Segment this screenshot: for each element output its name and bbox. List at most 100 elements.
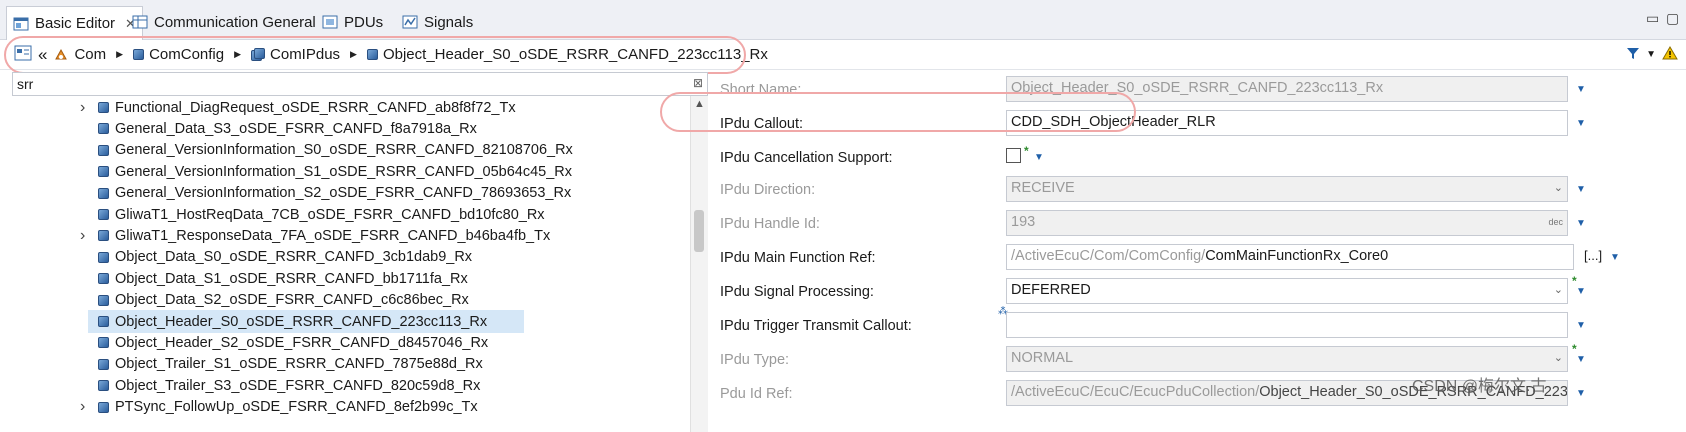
main-function-ref-field[interactable]: /ActiveEcuC/Com/ComConfig/ComMainFunctio…	[1006, 244, 1574, 270]
ipdu-direction-select[interactable]: RECEIVE ⌄	[1006, 176, 1568, 202]
tree-item-label: Object_Data_S0_oSDE_RSRR_CANFD_3cb1dab9_…	[115, 249, 473, 266]
chevron-down-icon[interactable]: ▼	[1576, 118, 1586, 129]
tree-item-label: General_VersionInformation_S1_oSDE_RSRR_…	[115, 163, 572, 180]
short-name-field[interactable]: Object_Header_S0_oSDE_RSRR_CANFD_223cc11…	[1006, 76, 1568, 102]
ipdu-icon	[98, 209, 109, 220]
tab-label: Communication General	[154, 13, 316, 31]
tree-item-label: General_VersionInformation_S0_oSDE_RSRR_…	[115, 142, 573, 159]
tab-communication-general[interactable]: Communication General	[126, 8, 322, 36]
ipdu-icon	[98, 230, 109, 242]
breadcrumb-item-comconfig[interactable]: ComConfig	[133, 46, 224, 63]
tab-basic-editor[interactable]: Basic Editor ✕	[6, 6, 143, 40]
prop-ipdu-direction: IPdu Direction: RECEIVE ⌄ ▼	[712, 172, 1686, 208]
ipdu-tree: › Functional_DiagRequest_oSDE_RSRR_CANFD_…	[8, 96, 688, 432]
tree-item[interactable]: General_VersionInformation_S2_oSDE_FSRR_…	[8, 182, 688, 205]
signal-processing-select[interactable]: DEFERRED ⌄	[1006, 278, 1568, 304]
chevron-down-icon[interactable]: ▼	[1646, 49, 1656, 60]
filter-icon[interactable]	[1626, 46, 1640, 63]
trigger-transmit-callout-field[interactable]	[1006, 312, 1568, 338]
tree-item[interactable]: › Functional_DiagRequest_oSDE_RSRR_CANFD_…	[8, 96, 688, 119]
chevron-down-icon[interactable]: ▼	[1576, 388, 1586, 399]
ipdu-icon	[98, 251, 109, 263]
scroll-up-icon[interactable]: ▲	[694, 98, 705, 110]
search-input[interactable]: srr ⊠	[12, 72, 708, 96]
tab-pdus[interactable]: PDUs	[316, 8, 389, 36]
chevron-down-icon[interactable]: ▼	[1576, 320, 1586, 331]
chevron-right-icon: ▶	[234, 49, 242, 59]
prop-main-function-ref: IPdu Main Function Ref: /ActiveEcuC/Com/…	[712, 240, 1686, 276]
table-icon	[132, 14, 148, 30]
tree-item-label: PTSync_FollowUp_oSDE_FSRR_CANFD_8ef2b99c…	[115, 399, 478, 416]
clear-search-icon[interactable]: ⊠	[693, 76, 703, 90]
expand-chevron-icon[interactable]: ›	[80, 227, 85, 245]
tab-signals[interactable]: Signals	[396, 8, 479, 36]
prop-short-name: Short Name: Object_Header_S0_oSDE_RSRR_C…	[712, 72, 1686, 108]
expand-chevron-icon[interactable]: ›	[80, 99, 85, 117]
tab-label: Basic Editor	[35, 15, 116, 32]
ipdu-icon	[98, 401, 109, 413]
tree-item[interactable]: Object_Trailer_S1_oSDE_RSRR_CANFD_7875e8…	[8, 353, 688, 376]
ipdu-handle-id-label: IPdu Handle Id:	[720, 216, 820, 232]
ipdu-icon	[98, 337, 109, 349]
chevron-down-icon[interactable]: ▼	[1576, 84, 1586, 95]
tree-item-label: General_Data_S3_oSDE_FSRR_CANFD_f8a7918a…	[115, 120, 477, 137]
ipdu-icon	[98, 316, 109, 327]
breadcrumb-item-comipdus[interactable]: ComIPdus	[251, 46, 340, 63]
tree-item[interactable]: GliwaT1_HostReqData_7CB_oSDE_FSRR_CANFD_…	[8, 203, 688, 226]
tree-item-label: General_VersionInformation_S2_oSDE_FSRR_…	[115, 185, 572, 202]
editor-icon	[13, 16, 29, 32]
tree-item[interactable]: Object_Data_S1_oSDE_RSRR_CANFD_bb1711fa_…	[8, 267, 688, 290]
trigger-transmit-callout-label: IPdu Trigger Transmit Callout:	[720, 318, 912, 334]
editor-view-icon[interactable]	[14, 45, 32, 65]
tab-label: Signals	[424, 13, 474, 31]
modified-star-icon: *	[1024, 144, 1029, 158]
chevron-down-icon[interactable]: ▼	[1576, 218, 1586, 229]
signal-icon	[402, 14, 418, 30]
minimize-icon[interactable]: ▭	[1646, 10, 1659, 27]
maximize-icon[interactable]: ▢	[1666, 10, 1679, 27]
cancellation-support-checkbox[interactable]	[1006, 148, 1021, 163]
tree-item[interactable]: › GliwaT1_ResponseData_7FA_oSDE_FSRR_CANF…	[8, 224, 688, 247]
tree-scrollbar[interactable]	[690, 96, 708, 432]
prop-cancellation-support: IPdu Cancellation Support: * ▼	[712, 140, 1686, 176]
ipdu-callout-field[interactable]: CDD_SDH_ObjectHeader_RLR	[1006, 110, 1568, 136]
tree-item[interactable]: Object_Header_S2_oSDE_FSRR_CANFD_d845704…	[8, 331, 688, 354]
prop-ipdu-handle-id: IPdu Handle Id: 193 dec ▼	[712, 206, 1686, 242]
ipdu-direction-label: IPdu Direction:	[720, 182, 816, 198]
ipdu-handle-id-field[interactable]: 193 dec	[1006, 210, 1568, 236]
tree-item-label: Object_Header_S0_oSDE_RSRR_CANFD_223cc11…	[115, 313, 488, 330]
cancellation-support-label: IPdu Cancellation Support:	[720, 150, 893, 166]
chevron-right-icon: ▶	[116, 49, 124, 59]
back-icon[interactable]: «	[38, 45, 47, 65]
tree-item-label: Object_Trailer_S3_oSDE_FSRR_CANFD_820c59…	[115, 377, 481, 394]
chevron-down-icon[interactable]: ▼	[1576, 354, 1586, 365]
prop-signal-processing: IPdu Signal Processing: DEFERRED ⌄ * ▼	[712, 274, 1686, 310]
tree-item[interactable]: General_VersionInformation_S1_oSDE_RSRR_…	[8, 160, 688, 183]
tree-item-label: Functional_DiagRequest_oSDE_RSRR_CANFD_a…	[115, 99, 516, 116]
chevron-down-icon[interactable]: ▼	[1576, 286, 1586, 297]
scrollbar-thumb[interactable]	[694, 210, 704, 252]
tree-item[interactable]: General_Data_S3_oSDE_FSRR_CANFD_f8a7918a…	[8, 117, 688, 140]
breadcrumb-item-current[interactable]: Object_Header_S0_oSDE_RSRR_CANFD_223cc11…	[366, 46, 768, 63]
ipdu-callout-label: IPdu Callout:	[720, 116, 804, 132]
tree-item-label: Object_Data_S1_oSDE_RSRR_CANFD_bb1711fa_…	[115, 270, 468, 287]
tree-item[interactable]: Object_Data_S2_oSDE_FSRR_CANFD_c6c86bec_…	[8, 289, 688, 312]
ipdu-type-select[interactable]: NORMAL ⌄	[1006, 346, 1568, 372]
warning-icon[interactable]	[1662, 46, 1678, 63]
chevron-down-icon[interactable]: ▼	[1034, 152, 1044, 163]
tree-item[interactable]: Object_Data_S0_oSDE_RSRR_CANFD_3cb1dab9_…	[8, 246, 688, 269]
breadcrumb-item-com[interactable]: Com	[53, 46, 106, 63]
chevron-down-icon[interactable]: ▼	[1576, 184, 1586, 195]
ipdu-type-label: IPdu Type:	[720, 352, 790, 368]
expand-chevron-icon[interactable]: ›	[80, 398, 85, 416]
ipdu-icon	[98, 273, 109, 285]
pdu-icon	[322, 14, 338, 30]
short-name-label: Short Name:	[720, 82, 802, 98]
tree-item[interactable]: General_VersionInformation_S0_oSDE_RSRR_…	[8, 139, 688, 162]
tree-item[interactable]: › PTSync_FollowUp_oSDE_FSRR_CANFD_8ef2b99…	[8, 396, 688, 419]
chevron-down-icon[interactable]: ▼	[1610, 252, 1620, 263]
tree-item[interactable]: Object_Trailer_S3_oSDE_FSRR_CANFD_820c59…	[8, 374, 688, 397]
tree-panel: srr ⊠ › Functional_DiagRequest_oSDE_RSRR_…	[8, 72, 708, 432]
browse-button[interactable]: [...]	[1584, 248, 1602, 263]
tree-item[interactable]: Object_Header_S0_oSDE_RSRR_CANFD_223cc11…	[88, 310, 524, 333]
